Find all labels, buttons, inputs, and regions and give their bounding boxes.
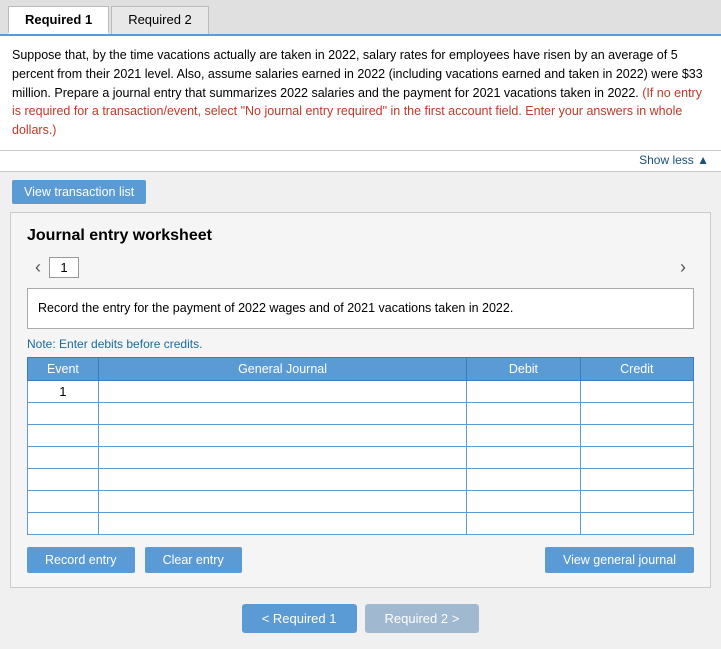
description-box: Record the entry for the payment of 2022… [27,288,694,329]
tab-required-1[interactable]: Required 1 [8,6,109,34]
col-header-general-journal: General Journal [98,357,466,380]
credit-cell[interactable] [580,424,693,446]
table-row [28,468,694,490]
event-cell [28,512,99,534]
debit-cell[interactable] [467,380,580,402]
footer-prev-button[interactable]: < Required 1 [242,604,357,633]
footer-next-button[interactable]: Required 2 > [365,604,480,633]
view-transaction-bar: View transaction list [0,172,721,212]
debit-cell[interactable] [467,446,580,468]
general-journal-cell[interactable] [98,512,466,534]
credit-input[interactable] [585,429,689,443]
general-journal-input[interactable] [103,385,462,399]
credit-input[interactable] [585,407,689,421]
table-row: 1 [28,380,694,402]
debit-cell[interactable] [467,468,580,490]
tab-required-2[interactable]: Required 2 [111,6,209,34]
general-journal-input[interactable] [103,495,462,509]
instructions-normal-text: Suppose that, by the time vacations actu… [12,48,703,100]
general-journal-input[interactable] [103,473,462,487]
view-transaction-button[interactable]: View transaction list [12,180,146,204]
col-header-event: Event [28,357,99,380]
debit-cell[interactable] [467,402,580,424]
instructions-panel: Suppose that, by the time vacations actu… [0,36,721,151]
worksheet-container: Journal entry worksheet ‹ 1 › Record the… [10,212,711,588]
table-row [28,402,694,424]
journal-table: Event General Journal Debit Credit 1 [27,357,694,535]
footer-nav: < Required 1 Required 2 > [0,588,721,649]
debit-cell[interactable] [467,424,580,446]
general-journal-cell[interactable] [98,490,466,512]
credit-cell[interactable] [580,468,693,490]
debit-input[interactable] [471,517,575,531]
nav-row: ‹ 1 › [27,257,694,278]
event-cell [28,490,99,512]
debit-input[interactable] [471,473,575,487]
credit-cell[interactable] [580,446,693,468]
tabs-bar: Required 1 Required 2 [0,0,721,36]
general-journal-input[interactable] [103,429,462,443]
credit-input[interactable] [585,495,689,509]
nav-left-arrow[interactable]: ‹ [27,257,49,278]
col-header-debit: Debit [467,357,580,380]
clear-entry-button[interactable]: Clear entry [145,547,242,573]
general-journal-cell[interactable] [98,446,466,468]
credit-cell[interactable] [580,490,693,512]
debit-input[interactable] [471,407,575,421]
credit-input[interactable] [585,451,689,465]
table-row [28,512,694,534]
col-header-credit: Credit [580,357,693,380]
credit-cell[interactable] [580,380,693,402]
general-journal-cell[interactable] [98,468,466,490]
event-cell [28,468,99,490]
debit-input[interactable] [471,385,575,399]
credit-cell[interactable] [580,402,693,424]
show-less-link[interactable]: Show less ▲ [639,153,709,167]
debit-input[interactable] [471,495,575,509]
general-journal-input[interactable] [103,407,462,421]
credit-input[interactable] [585,517,689,531]
table-row [28,446,694,468]
show-less-bar: Show less ▲ [0,151,721,172]
event-cell [28,446,99,468]
event-cell [28,424,99,446]
debit-cell[interactable] [467,490,580,512]
general-journal-input[interactable] [103,451,462,465]
bottom-buttons: Record entry Clear entry View general jo… [27,547,694,573]
credit-input[interactable] [585,473,689,487]
page-number-box: 1 [49,257,79,278]
credit-cell[interactable] [580,512,693,534]
debit-cell[interactable] [467,512,580,534]
record-entry-button[interactable]: Record entry [27,547,135,573]
general-journal-cell[interactable] [98,402,466,424]
general-journal-input[interactable] [103,517,462,531]
worksheet-title: Journal entry worksheet [27,227,694,245]
general-journal-cell[interactable] [98,424,466,446]
nav-right-arrow[interactable]: › [672,257,694,278]
table-row [28,490,694,512]
debit-input[interactable] [471,451,575,465]
credit-input[interactable] [585,385,689,399]
event-cell: 1 [28,380,99,402]
view-general-journal-button[interactable]: View general journal [545,547,694,573]
table-row [28,424,694,446]
event-cell [28,402,99,424]
debit-input[interactable] [471,429,575,443]
general-journal-cell[interactable] [98,380,466,402]
note-text: Note: Enter debits before credits. [27,337,694,351]
